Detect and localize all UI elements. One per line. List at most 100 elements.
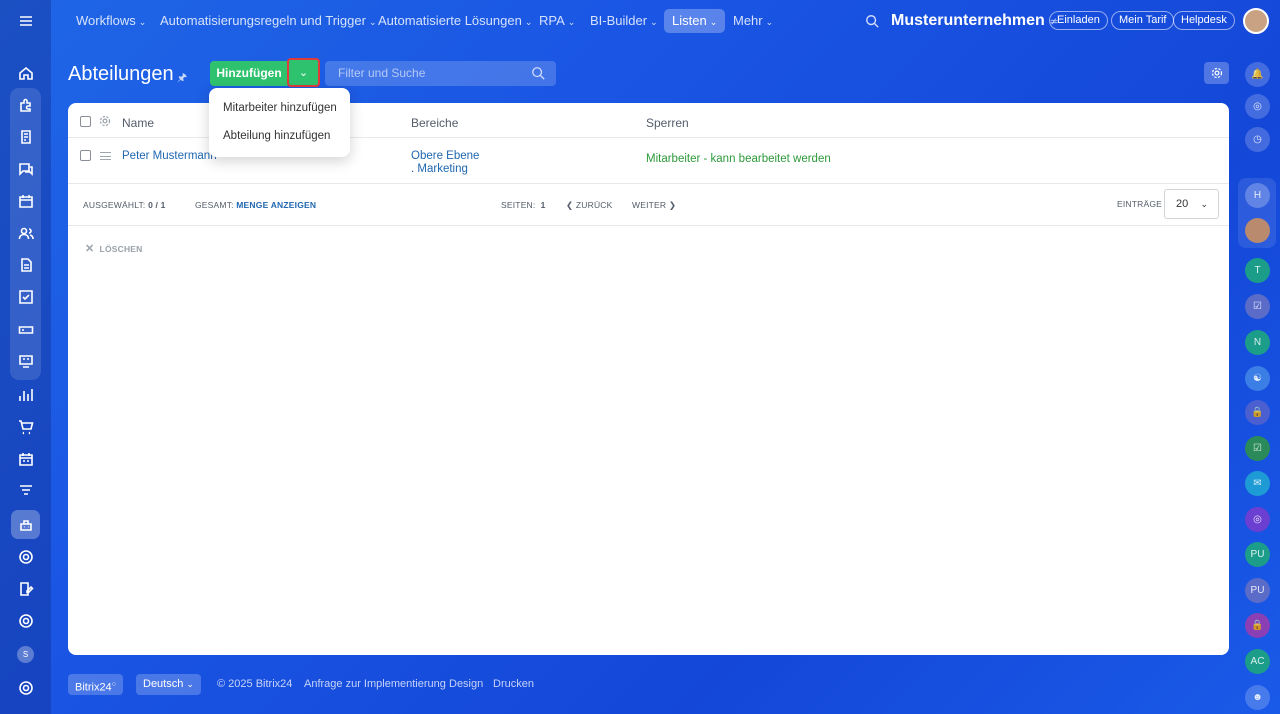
task-icon[interactable]: ☑ [1245, 436, 1270, 461]
cart-icon[interactable] [11, 412, 40, 441]
contact-initials: PU [1250, 585, 1265, 596]
row-checkbox[interactable] [80, 150, 91, 161]
brand-button[interactable]: Bitrix24○ [68, 674, 123, 695]
target-icon[interactable] [11, 542, 40, 571]
nav-automated-solutions[interactable]: Automatisierte Lösungen ⌄ [378, 9, 532, 33]
pin-icon[interactable]: 🖈 [177, 69, 187, 88]
delete-label: LÖSCHEN [99, 244, 143, 254]
list-panel: Name Bereiche Sperren Peter Mustermann O… [68, 103, 1229, 655]
add-dropdown-toggle[interactable]: ⌄ [287, 58, 320, 87]
language-select[interactable]: Deutsch ⌄ [136, 674, 201, 695]
pages-info: SEITEN: 1 [501, 200, 546, 210]
settings-button[interactable] [1204, 62, 1229, 84]
contact-initials: N [1253, 337, 1262, 348]
row-lock-status: Mitarbeiter - kann bearbeitet werden [646, 153, 831, 165]
lock-icon[interactable]: 🔒 [1245, 400, 1270, 425]
search-icon[interactable] [531, 66, 545, 80]
group-icon[interactable]: ☯ [1245, 366, 1270, 391]
nav-rpa[interactable]: RPA ⌄ [539, 9, 575, 33]
nav-workflows[interactable]: Workflows ⌄ [76, 9, 146, 33]
menu-item-add-department[interactable]: Abteilung hinzufügen [223, 130, 330, 142]
support-icon[interactable] [11, 606, 40, 635]
menu-icon[interactable] [11, 6, 40, 35]
page-number: 1 [540, 200, 546, 210]
automation-icon[interactable] [11, 510, 40, 539]
page-title: Abteilungen [68, 63, 174, 85]
footer-link-design[interactable]: Design [449, 674, 483, 695]
company-name[interactable]: Musterunternehmen ≄ [891, 9, 1058, 34]
lock-icon[interactable]: 🔒 [1245, 613, 1270, 638]
nav-bi-builder[interactable]: BI-Builder ⌄ [590, 9, 658, 33]
menu-item-add-employee[interactable]: Mitarbeiter hinzufügen [223, 102, 337, 114]
helpdesk-button[interactable]: Helpdesk [1173, 11, 1235, 30]
document-icon[interactable] [11, 122, 40, 151]
nav-automation-rules[interactable]: Automatisierungsregeln und Trigger ⌄ [160, 9, 377, 33]
file-icon[interactable] [11, 250, 40, 279]
my-plan-button[interactable]: Mein Tarif [1111, 11, 1175, 30]
add-button[interactable]: Hinzufügen [210, 61, 288, 86]
message-icon[interactable]: ✉ [1245, 471, 1270, 496]
prev-page-button[interactable]: ❮ ZURÜCK [566, 200, 613, 211]
chevron-left-icon: ❮ [566, 200, 574, 210]
task-icon[interactable]: ☑ [1245, 294, 1270, 319]
row-area-line2[interactable]: . Marketing [411, 163, 468, 175]
chat-icon[interactable]: ◷ [1245, 127, 1270, 152]
show-total-link[interactable]: MENGE ANZEIGEN [236, 200, 316, 210]
analytics-icon[interactable] [11, 380, 40, 409]
chevron-down-icon: ⌄ [368, 17, 377, 27]
task-icon[interactable] [11, 282, 40, 311]
column-header-name[interactable]: Name [122, 116, 154, 130]
schedule-icon[interactable] [11, 444, 40, 473]
contact-avatar[interactable]: PU [1245, 578, 1270, 603]
target-icon[interactable]: ◎ [1245, 94, 1270, 119]
user-icon[interactable]: ☻ [1245, 685, 1270, 710]
contact-avatar[interactable]: H [1245, 183, 1270, 208]
delete-button[interactable]: ✕ LÖSCHEN [85, 242, 143, 255]
divider [68, 183, 1229, 184]
search-input[interactable]: Filter und Suche [325, 61, 556, 86]
drag-handle-icon[interactable] [100, 152, 111, 160]
entries-select[interactable]: 20 ⌄ [1164, 189, 1219, 219]
invite-button[interactable]: Einladen [1049, 11, 1108, 30]
row-name-link[interactable]: Peter Mustermann [122, 150, 217, 162]
select-all-checkbox[interactable] [80, 116, 91, 127]
edit-document-icon[interactable] [11, 574, 40, 603]
filter-icon[interactable] [11, 476, 40, 505]
chevron-down-icon: ⌄ [298, 67, 309, 79]
divider [68, 225, 1229, 226]
nav-label: BI-Builder [590, 13, 648, 28]
total-count: GESAMT: MENGE ANZEIGEN [195, 200, 316, 210]
puzzle-icon[interactable] [11, 90, 40, 119]
calendar-icon[interactable] [11, 186, 40, 215]
contact-avatar[interactable]: PU [1245, 542, 1270, 567]
drive-icon[interactable] [11, 314, 40, 343]
nav-label: Mehr [733, 13, 763, 28]
column-header-areas[interactable]: Bereiche [411, 116, 458, 130]
gear-icon[interactable] [99, 115, 111, 127]
selected-value: 0 / 1 [148, 200, 166, 210]
search-icon[interactable] [865, 14, 879, 28]
column-header-locks[interactable]: Sperren [646, 116, 689, 130]
contact-avatar[interactable]: AC [1245, 649, 1270, 674]
bell-icon[interactable]: 🔔 [1245, 62, 1270, 87]
nav-label: RPA [539, 13, 565, 28]
chat-icon[interactable] [11, 154, 40, 183]
nav-more[interactable]: Mehr ⌄ [733, 9, 773, 33]
nav-lists[interactable]: Listen ⌄ [664, 9, 726, 33]
footer-link-implementation[interactable]: Anfrage zur Implementierung [304, 674, 446, 695]
row-area-line1[interactable]: Obere Ebene [411, 150, 479, 162]
contact-center-icon[interactable] [11, 346, 40, 375]
entries-label: EINTRÄGE [1117, 199, 1163, 209]
contact-avatar[interactable] [1245, 218, 1270, 243]
target-icon[interactable]: ◎ [1245, 507, 1270, 532]
user-letter-icon[interactable]: S [11, 640, 40, 669]
nav-label: Automatisierungsregeln und Trigger [160, 13, 366, 28]
contact-avatar[interactable]: N [1245, 330, 1270, 355]
settings-icon[interactable] [11, 673, 40, 702]
users-icon[interactable] [11, 218, 40, 247]
close-icon: ✕ [85, 243, 95, 255]
next-page-button[interactable]: WEITER ❯ [632, 200, 676, 211]
footer-link-print[interactable]: Drucken [493, 674, 534, 695]
home-icon[interactable] [11, 58, 40, 87]
contact-avatar[interactable]: T [1245, 258, 1270, 283]
